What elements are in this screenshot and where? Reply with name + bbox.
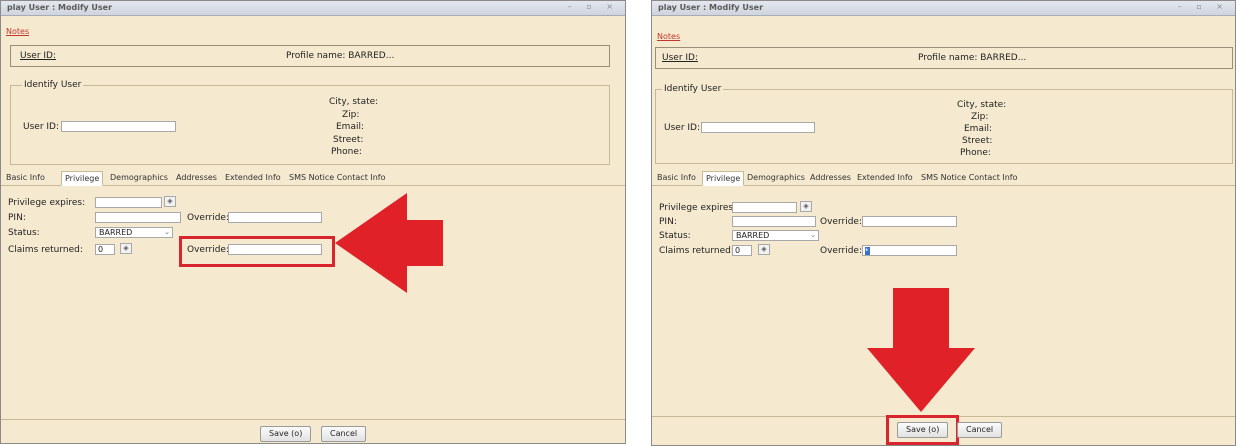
privilege-expires-label: Privilege expires:: [659, 203, 737, 213]
highlight-override-box: [179, 236, 335, 267]
cancel-button[interactable]: Cancel: [957, 422, 1003, 438]
save-button[interactable]: Save (o): [897, 422, 949, 438]
status-value: BARRED: [736, 231, 770, 240]
identify-user-id-label: User ID:: [23, 122, 59, 132]
tab-addresses[interactable]: Addresses: [173, 171, 220, 184]
title-bar: play User : Modify User – ▫ ×: [1, 1, 625, 16]
status-select[interactable]: BARRED ⌄: [732, 230, 819, 241]
city-state-label: City, state:: [329, 97, 379, 107]
claims-returned-label: Claims returned:: [8, 245, 83, 255]
pin-input[interactable]: [95, 212, 181, 223]
claims-returned-input[interactable]: 0: [95, 244, 115, 255]
tab-bar: Basic Info Privilege Demographics Addres…: [1, 171, 625, 186]
user-id-input[interactable]: [61, 121, 176, 132]
cancel-button[interactable]: Cancel: [321, 426, 367, 442]
status-select[interactable]: BARRED ⌄: [95, 227, 173, 238]
user-header-box: User ID: Profile name: BARRED...: [10, 45, 610, 67]
window-controls-icon[interactable]: – ▫ ×: [1178, 2, 1229, 11]
city-state-label: City, state:: [957, 100, 1007, 110]
tab-demographics[interactable]: Demographics: [744, 171, 808, 184]
save-button[interactable]: Save (o): [260, 426, 312, 442]
claims-override-input[interactable]: *: [862, 245, 957, 256]
user-id-input[interactable]: [701, 122, 815, 133]
claims-stepper-icon[interactable]: ◈: [120, 243, 132, 254]
tab-demographics[interactable]: Demographics: [107, 171, 171, 184]
zip-label: Zip:: [971, 112, 989, 122]
profile-name: Profile name: BARRED...: [286, 51, 395, 61]
status-label: Status:: [8, 228, 40, 238]
user-id-header-label: User ID:: [662, 53, 698, 63]
street-label: Street:: [333, 135, 364, 145]
notes-link[interactable]: Notes: [6, 27, 29, 36]
tab-basic-info[interactable]: Basic Info: [3, 171, 48, 184]
footer-divider: [1, 419, 625, 420]
pin-override-input[interactable]: [862, 216, 957, 227]
identify-user-legend: Identify User: [662, 84, 724, 94]
window-controls-icon[interactable]: – ▫ ×: [568, 2, 619, 11]
status-value: BARRED: [99, 228, 133, 237]
tab-bar: Basic Info Privilege Demographics Addres…: [652, 171, 1235, 186]
claims-override-label: Override:: [820, 246, 862, 256]
tab-privilege[interactable]: Privilege: [61, 171, 104, 186]
tab-privilege[interactable]: Privilege: [702, 171, 745, 186]
privilege-expires-input[interactable]: [95, 197, 162, 208]
modify-user-window-left: play User : Modify User – ▫ × Notes User…: [0, 0, 626, 444]
pin-override-label: Override:: [820, 217, 862, 227]
window-title: play User : Modify User: [7, 3, 113, 12]
user-header-box: User ID: Profile name: BARRED...: [655, 47, 1233, 69]
pin-override-input[interactable]: [228, 212, 322, 223]
identify-user-id-label: User ID:: [664, 123, 700, 133]
chevron-down-icon: ⌄: [164, 228, 170, 236]
identify-user-legend: Identify User: [22, 80, 84, 90]
tab-addresses[interactable]: Addresses: [807, 171, 854, 184]
email-label: Email:: [964, 124, 993, 134]
privilege-expires-input[interactable]: [732, 202, 797, 213]
pin-label: PIN:: [659, 217, 677, 227]
red-arrow-left-icon: [335, 193, 443, 293]
privilege-expires-label: Privilege expires:: [8, 198, 86, 208]
claims-returned-input[interactable]: 0: [732, 245, 752, 256]
tab-extended-info[interactable]: Extended Info: [854, 171, 916, 184]
selected-text: *: [865, 246, 870, 255]
identify-user-fieldset: Identify User User ID: City, state: Zip:…: [10, 80, 610, 165]
tab-extended-info[interactable]: Extended Info: [222, 171, 284, 184]
pin-override-label: Override:: [187, 213, 229, 223]
window-title: play User : Modify User: [658, 3, 764, 12]
tab-sms-notice-contact-info[interactable]: SMS Notice Contact Info: [286, 171, 389, 184]
identify-user-fieldset: Identify User User ID: City, state: Zip:…: [655, 84, 1233, 164]
claims-returned-label: Claims returned:: [659, 246, 734, 256]
profile-name: Profile name: BARRED...: [918, 53, 1027, 63]
red-arrow-down-icon: [867, 288, 975, 412]
date-picker-icon[interactable]: ◈: [164, 196, 176, 207]
date-picker-icon[interactable]: ◈: [800, 201, 812, 212]
email-label: Email:: [336, 122, 365, 132]
tab-sms-notice-contact-info[interactable]: SMS Notice Contact Info: [918, 171, 1021, 184]
status-label: Status:: [659, 231, 691, 241]
phone-label: Phone:: [960, 148, 991, 158]
tab-basic-info[interactable]: Basic Info: [654, 171, 699, 184]
pin-label: PIN:: [8, 213, 26, 223]
zip-label: Zip:: [342, 110, 360, 120]
notes-link[interactable]: Notes: [657, 32, 680, 41]
pin-input[interactable]: [732, 216, 816, 227]
user-id-header-label: User ID:: [20, 51, 56, 61]
phone-label: Phone:: [331, 147, 362, 157]
claims-stepper-icon[interactable]: ◈: [758, 244, 770, 255]
chevron-down-icon: ⌄: [810, 231, 816, 239]
title-bar: play User : Modify User – ▫ ×: [652, 1, 1235, 16]
street-label: Street:: [962, 136, 993, 146]
